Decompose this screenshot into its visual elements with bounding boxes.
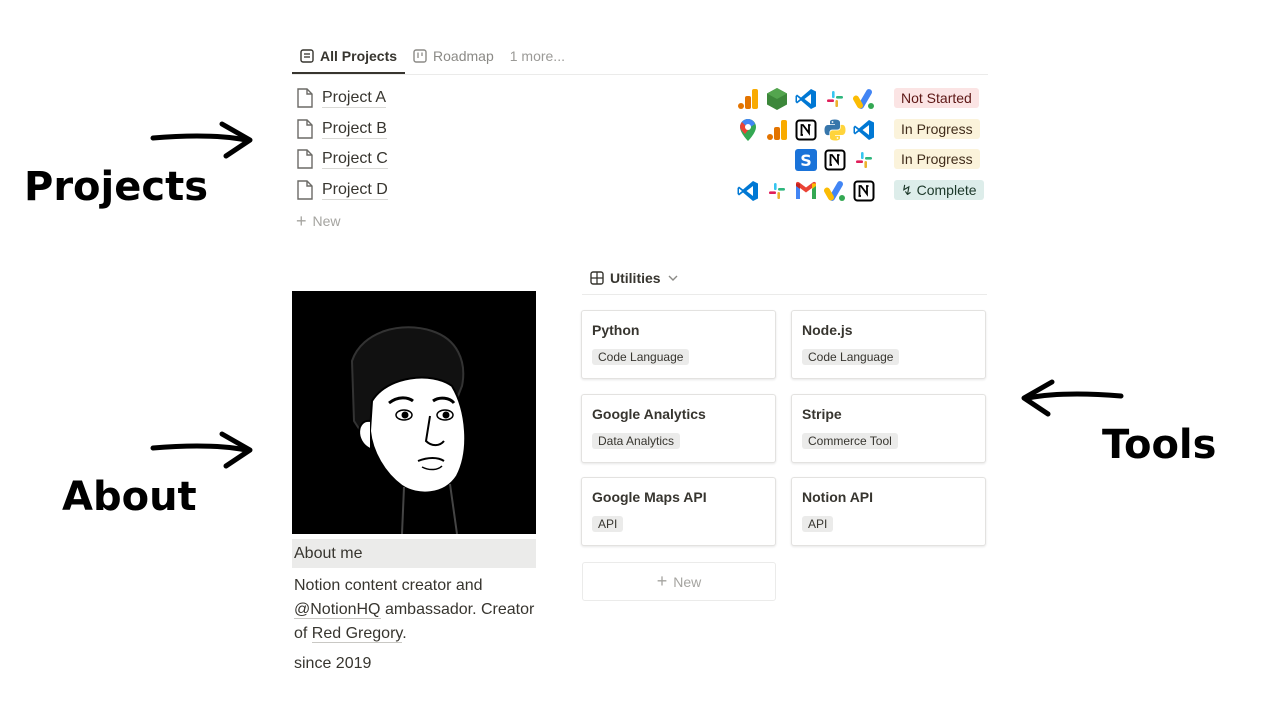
project-title[interactable]: Project C: [322, 149, 388, 169]
profile-portrait: [292, 291, 536, 535]
project-tools: [736, 118, 876, 142]
view-tabs: All Projects Roadmap 1 more...: [292, 40, 988, 75]
google-analytics-icon: [765, 118, 789, 142]
page-icon: [297, 179, 313, 200]
status-badge: In Progress: [894, 149, 980, 169]
google-ads-icon: [852, 87, 876, 111]
project-title[interactable]: Project D: [322, 180, 388, 200]
arrow-left-icon: [1021, 379, 1124, 417]
notion-icon: [852, 179, 876, 203]
project-row[interactable]: Project D ↯ Complete: [296, 175, 986, 205]
about-header: About me: [292, 539, 536, 568]
project-tools: [736, 87, 876, 111]
utility-card[interactable]: Notion API API: [791, 477, 986, 546]
project-row[interactable]: Project B In Progress: [296, 114, 986, 144]
vscode-icon: [794, 87, 818, 111]
plus-icon: +: [296, 211, 307, 231]
vscode-icon: [852, 118, 876, 142]
utility-name: Stripe: [802, 405, 842, 422]
project-title[interactable]: Project A: [322, 88, 387, 108]
plus-icon: +: [656, 571, 668, 591]
new-label: New: [673, 573, 702, 590]
google-analytics-icon: [736, 87, 760, 111]
slack-icon: [765, 179, 789, 203]
arrow-right-icon: [150, 121, 253, 159]
utilities-header[interactable]: Utilities: [582, 262, 987, 295]
about-text: Notion content creator and @NotionHQ amb…: [294, 574, 544, 646]
stripe-icon: S: [794, 148, 818, 172]
new-utility-button[interactable]: + New: [582, 562, 776, 601]
board-icon: [413, 49, 427, 63]
new-project-button[interactable]: + New: [296, 210, 341, 232]
chevron-down-icon: [668, 275, 678, 281]
project-row[interactable]: Project C S In Progress: [296, 144, 986, 174]
utility-tag: API: [802, 516, 834, 532]
utility-card[interactable]: Stripe Commerce Tool: [791, 393, 986, 463]
gallery-icon: [590, 271, 604, 285]
since-text: since 2019: [294, 655, 372, 672]
tab-label: All Projects: [320, 48, 398, 64]
notionhq-link[interactable]: @NotionHQ: [294, 601, 381, 619]
about-text-part: .: [402, 625, 407, 642]
svg-text:S: S: [800, 151, 812, 170]
gmail-icon: [794, 179, 818, 203]
utility-name: Python: [592, 322, 640, 338]
google-ads-icon: [823, 179, 847, 203]
tab-label: Roadmap: [433, 48, 494, 64]
utility-name: Google Analytics: [592, 405, 706, 422]
tab-label: 1 more...: [509, 48, 565, 64]
new-label: New: [312, 213, 341, 229]
utility-card[interactable]: Google Analytics Data Analytics: [581, 393, 776, 463]
utility-tag: Code Language: [802, 349, 900, 365]
project-row[interactable]: Project A Not Started: [296, 83, 986, 113]
projects-annotation: Projects: [24, 164, 209, 210]
utility-tag: API: [592, 516, 624, 532]
project-tools: S: [794, 148, 876, 172]
utility-tag: Code Language: [592, 349, 690, 365]
utility-name: Google Maps API: [592, 489, 707, 505]
red-gregory-link[interactable]: Red Gregory: [311, 625, 403, 643]
utility-card[interactable]: Google Maps API API: [581, 477, 776, 546]
notion-icon: [794, 118, 818, 142]
notion-icon: [823, 148, 847, 172]
tab-more[interactable]: 1 more...: [502, 40, 573, 72]
utility-tag: Commerce Tool: [802, 432, 898, 449]
nodejs-icon: [765, 87, 789, 111]
arrow-right-icon: [150, 431, 253, 469]
project-tools: [736, 179, 876, 203]
slack-icon: [823, 87, 847, 111]
status-badge: ↯ Complete: [894, 179, 984, 200]
tab-roadmap[interactable]: Roadmap: [405, 40, 502, 72]
status-badge: Not Started: [894, 88, 979, 108]
about-annotation: About: [62, 474, 197, 520]
page-icon: [297, 118, 313, 139]
utility-name: Node.js: [802, 322, 853, 338]
page-icon: [297, 149, 313, 169]
vscode-icon: [736, 179, 760, 203]
utility-card[interactable]: Node.js Code Language: [791, 310, 986, 379]
utility-tag: Data Analytics: [592, 432, 681, 449]
utility-card[interactable]: Python Code Language: [581, 310, 776, 379]
list-icon: [300, 49, 314, 63]
tools-annotation: Tools: [1102, 422, 1217, 468]
project-title[interactable]: Project B: [322, 119, 387, 139]
about-text-part: Notion content creator and: [294, 577, 483, 594]
google-maps-icon: [736, 118, 760, 142]
slack-icon: [852, 148, 876, 172]
tab-all-projects[interactable]: All Projects: [292, 40, 406, 74]
utilities-title: Utilities: [610, 270, 661, 286]
status-badge: In Progress: [894, 118, 980, 139]
page-icon: [297, 88, 313, 108]
python-icon: [823, 118, 847, 142]
utility-name: Notion API: [802, 489, 874, 505]
